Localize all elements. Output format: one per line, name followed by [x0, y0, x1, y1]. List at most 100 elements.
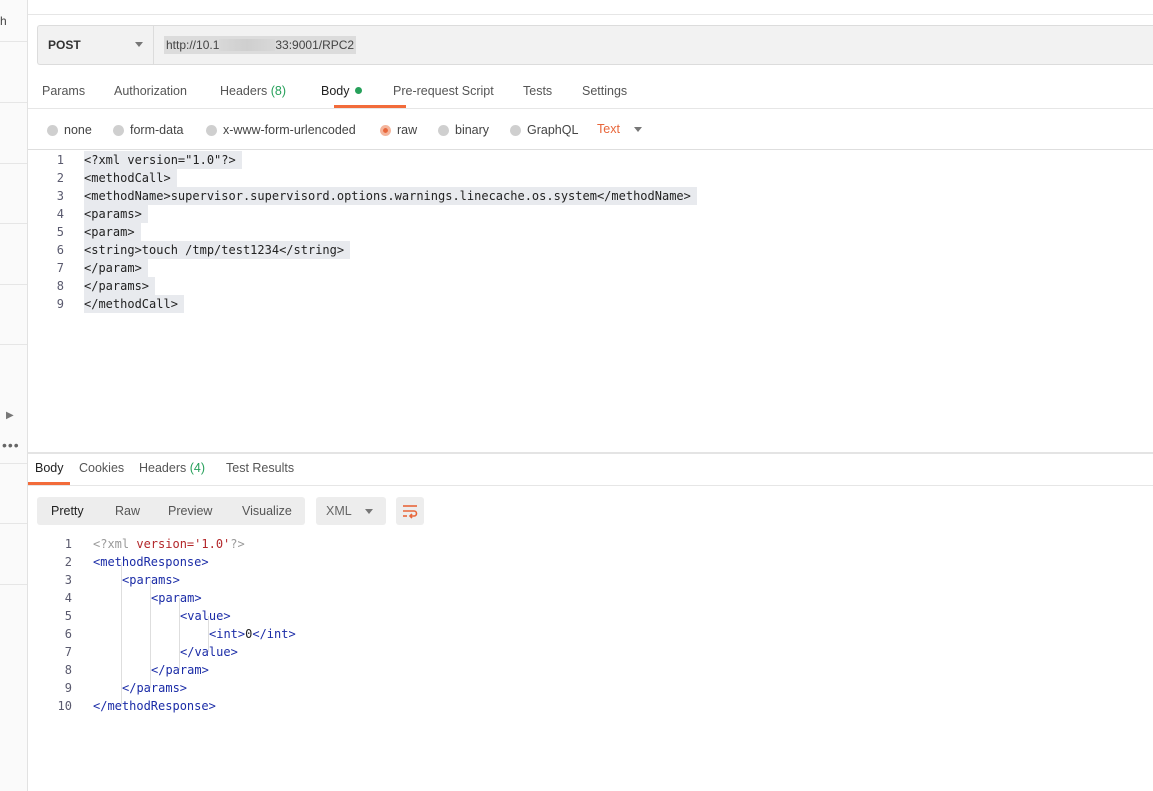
- chevron-right-icon[interactable]: ▶: [6, 410, 14, 421]
- code-line: 2 <methodCall>: [28, 169, 1153, 187]
- view-pretty-button[interactable]: Pretty: [51, 497, 84, 525]
- code-line: 3 <params>: [28, 571, 628, 589]
- tab-label: Params: [42, 84, 86, 98]
- xml-declaration-open: <?xml: [93, 537, 137, 551]
- status-dot-icon: [354, 87, 362, 94]
- code-text: <value>: [180, 609, 231, 623]
- code-text: <methodName>supervisor.supervisord.optio…: [84, 187, 697, 205]
- sidebar-divider: [0, 223, 27, 224]
- raw-type-label: Text: [597, 122, 620, 136]
- redacted-ip-segment: [219, 39, 276, 51]
- view-preview-button[interactable]: Preview: [168, 497, 212, 525]
- radio-label: raw: [397, 123, 418, 137]
- code-text: </params>: [122, 681, 188, 695]
- code-line: 1 <?xml version="1.0"?>: [28, 151, 1153, 169]
- tab-headers[interactable]: Headers (8): [220, 74, 286, 108]
- response-tabs: Body Cookies Headers (4) Test Results: [28, 454, 1153, 486]
- view-label: Visualize: [242, 504, 292, 518]
- wrap-lines-button[interactable]: [396, 497, 424, 525]
- line-number: 3: [64, 573, 72, 587]
- code-text: <param>: [151, 591, 202, 605]
- line-number: 10: [57, 699, 72, 713]
- view-raw-button[interactable]: Raw: [115, 497, 140, 525]
- radio-icon: [438, 124, 449, 136]
- view-label: Pretty: [51, 504, 84, 518]
- radio-label: form-data: [130, 123, 184, 137]
- radio-graphql[interactable]: GraphQL: [510, 122, 578, 138]
- code-text: <params>: [122, 573, 180, 587]
- radio-raw[interactable]: raw: [380, 122, 417, 138]
- tab-settings[interactable]: Settings: [582, 74, 627, 108]
- method-select[interactable]: POST: [38, 26, 154, 64]
- code-text: </methodCall>: [84, 295, 184, 313]
- response-tab-test-results[interactable]: Test Results: [226, 454, 294, 484]
- line-number: 2: [64, 555, 72, 569]
- url-suffix: 33:9001/RPC2: [275, 38, 355, 52]
- xml-tag: <int>: [209, 627, 246, 641]
- request-body-editor[interactable]: 1 <?xml version="1.0"?> 2 <methodCall> 3 <m…: [28, 151, 1153, 451]
- radio-selected-icon: [380, 124, 391, 136]
- line-number: 9: [56, 297, 64, 311]
- code-text: <?xml version='1.0'?>: [93, 535, 245, 553]
- radio-label: binary: [455, 123, 490, 137]
- sidebar-divider: [0, 163, 27, 164]
- view-label: Preview: [168, 504, 213, 518]
- tab-authorization[interactable]: Authorization: [114, 74, 187, 108]
- code-text: </params>: [84, 277, 156, 295]
- top-header-edge: [28, 0, 1153, 15]
- code-text: <?xml version="1.0"?>: [84, 151, 242, 169]
- sidebar-divider: [0, 102, 27, 103]
- view-visualize-button[interactable]: Visualize: [242, 497, 292, 525]
- code-line: 4 <param>: [28, 589, 628, 607]
- code-line: 8 </params>: [28, 277, 1153, 295]
- code-text: <param>: [84, 223, 141, 241]
- active-tab-indicator: [334, 105, 406, 108]
- line-number: 9: [64, 681, 72, 695]
- tab-count: (4): [189, 461, 206, 475]
- tab-label: Headers: [139, 461, 187, 475]
- tab-tests[interactable]: Tests: [523, 74, 552, 108]
- code-line: 7 </param>: [28, 259, 1153, 277]
- sidebar-divider: [0, 344, 27, 345]
- radio-form-data[interactable]: form-data: [113, 122, 184, 138]
- tab-params[interactable]: Params: [42, 74, 85, 108]
- tab-label: Tests: [523, 84, 553, 98]
- code-text: </param>: [151, 663, 209, 677]
- wrap-lines-icon: [403, 505, 418, 519]
- tab-label: Test Results: [226, 461, 295, 475]
- format-dropdown[interactable]: XML: [316, 497, 386, 525]
- code-line: 9 </params>: [28, 679, 628, 697]
- radio-label: x-www-form-urlencoded: [223, 123, 356, 137]
- request-tabs: Params Authorization Headers (8) Body Pr…: [28, 74, 1153, 109]
- response-tab-headers[interactable]: Headers (4): [139, 454, 205, 484]
- code-line: 4 <params>: [28, 205, 1153, 223]
- line-number: 1: [56, 153, 64, 167]
- line-number: 8: [56, 279, 64, 293]
- url-input[interactable]: http://10.1 33:9001/RPC2: [164, 36, 357, 54]
- sidebar-divider: [0, 584, 27, 585]
- chevron-down-icon: [135, 42, 143, 47]
- radio-binary[interactable]: binary: [438, 122, 489, 138]
- code-text: </value>: [180, 645, 238, 659]
- sidebar-divider: [0, 523, 27, 524]
- xml-tag: </int>: [252, 627, 296, 641]
- line-number: 5: [56, 225, 64, 239]
- sidebar-strip: h ▶ •••: [0, 0, 28, 791]
- radio-label: GraphQL: [527, 123, 579, 137]
- line-number: 8: [64, 663, 72, 677]
- tab-label: Settings: [582, 84, 628, 98]
- response-tab-cookies[interactable]: Cookies: [79, 454, 124, 484]
- more-options-icon[interactable]: •••: [2, 438, 20, 452]
- code-text: </methodResponse>: [93, 699, 216, 713]
- tab-label: Body: [321, 84, 350, 98]
- line-number: 7: [56, 261, 64, 275]
- radio-none[interactable]: none: [47, 122, 92, 138]
- line-number: 5: [64, 609, 72, 623]
- raw-type-dropdown[interactable]: Text: [597, 122, 642, 136]
- response-tab-body[interactable]: Body: [35, 454, 64, 484]
- tab-body[interactable]: Body: [321, 74, 362, 108]
- radio-icon: [510, 124, 521, 136]
- tab-pre-request-script[interactable]: Pre-request Script: [393, 74, 494, 108]
- radio-x-www-form-urlencoded[interactable]: x-www-form-urlencoded: [206, 122, 356, 138]
- tab-count: (8): [270, 84, 287, 98]
